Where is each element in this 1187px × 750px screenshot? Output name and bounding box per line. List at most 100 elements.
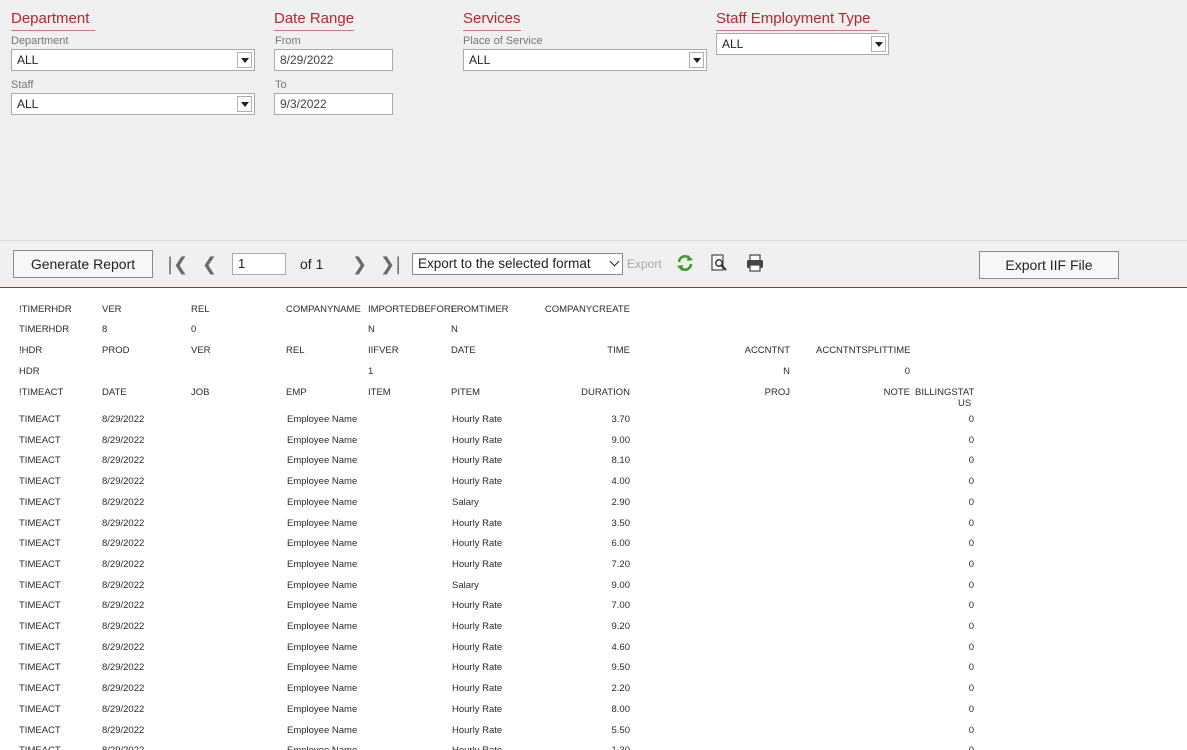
report-cell: Employee Name xyxy=(287,579,358,591)
report-cell: 0 xyxy=(968,600,974,612)
report-cell: IIFVER xyxy=(368,345,399,356)
report-cell: 5.50 xyxy=(611,724,631,736)
report-cell: 1.30 xyxy=(612,745,631,750)
date-range-title-text: Date Range xyxy=(274,10,355,27)
report-cell: 0 xyxy=(968,662,974,674)
table-row: TIMEACT 8/29/2022 Employee Name Hourly Rate… xyxy=(0,410,1187,430)
report-cell: 0 xyxy=(968,683,974,695)
report-cell: Hourly Rate xyxy=(452,434,503,446)
report-cell: ACCNTNT xyxy=(744,345,790,356)
report-cell: Hourly Rate xyxy=(452,600,503,612)
from-date-input[interactable]: 8/29/2022 xyxy=(274,49,393,71)
report-cell: TIMEACT xyxy=(19,476,61,488)
next-page-icon[interactable]: ❯ xyxy=(352,255,367,275)
employment-type-section-title: Staff Employment Type xyxy=(716,10,878,31)
export-link[interactable]: Export xyxy=(627,257,662,271)
print-preview-icon[interactable] xyxy=(709,253,729,273)
report-cell: 0 xyxy=(968,641,974,653)
table-row: TIMEACT 8/29/2022 Employee Name Hourly Rate… xyxy=(0,658,1187,678)
report-cell: Hourly Rate xyxy=(452,414,503,425)
title-underline xyxy=(274,30,354,31)
report-cell: 8/29/2022 xyxy=(102,434,145,446)
report-cell: TIMEACT xyxy=(19,724,61,736)
report-cell: 8/29/2022 xyxy=(102,703,145,715)
report-cell: Hourly Rate xyxy=(452,476,503,488)
page-number-input[interactable]: 1 xyxy=(232,253,286,275)
previous-page-icon[interactable]: ❮ xyxy=(202,255,217,275)
report-cell: DATE xyxy=(451,345,476,356)
refresh-icon[interactable] xyxy=(675,253,695,273)
table-row: TIMEACT 8/29/2022 Employee Name Hourly Rate… xyxy=(0,721,1187,741)
report-cell: TIMEACT xyxy=(19,745,61,750)
report-cell: Employee Name xyxy=(287,621,358,632)
table-row: TIMEACT 8/29/2022 Employee Name Hourly Rate… xyxy=(0,514,1187,534)
table-row: TIMEACT 8/29/2022 Employee Name Hourly Rate… xyxy=(0,741,1187,750)
report-cell: Hourly Rate xyxy=(452,662,503,674)
report-cell: 0 xyxy=(968,455,974,467)
report-cell: 8/29/2022 xyxy=(102,621,145,632)
page-count: of 1 xyxy=(300,256,324,272)
report-cell: Employee Name xyxy=(287,414,358,425)
report-cell: 0 xyxy=(968,579,974,591)
dropdown-arrow-icon[interactable] xyxy=(689,52,704,68)
from-date-value: 8/29/2022 xyxy=(280,53,334,67)
report-cell: ACCNTNTSPLITTIME xyxy=(816,345,911,356)
report-cell: Hourly Rate xyxy=(452,538,503,550)
staff-select[interactable]: ALL xyxy=(11,93,255,115)
title-underline xyxy=(463,30,521,31)
report-cell: Employee Name xyxy=(287,662,358,674)
department-section-title: Department xyxy=(11,10,95,31)
report-cell: 0 xyxy=(904,366,910,377)
report-header-row: !TIMEACT DATE JOB EMP ITEM PITEM DURATION PROJ N… xyxy=(0,383,1187,403)
report-cell: VER xyxy=(102,304,122,315)
report-cell: N xyxy=(451,324,458,335)
report-cell: Hourly Rate xyxy=(452,621,503,632)
employment-title-text: Staff Employment Type xyxy=(716,10,871,27)
report-cell: VER xyxy=(191,345,211,356)
report-cell: TIMEACT xyxy=(19,517,61,529)
export-iif-file-button[interactable]: Export IIF File xyxy=(979,251,1119,279)
report-cell: 2.90 xyxy=(611,496,631,508)
title-underline xyxy=(11,30,95,31)
place-of-service-select[interactable]: ALL xyxy=(463,49,707,71)
table-row: TIMEACT 8/29/2022 Employee Name Hourly Rate… xyxy=(0,472,1187,492)
export-format-select[interactable]: Export to the selected format xyxy=(412,253,623,275)
first-page-icon[interactable]: |❮ xyxy=(167,255,188,275)
date-range-section-title: Date Range xyxy=(274,10,355,31)
report-cell: 0 xyxy=(969,745,974,750)
table-row: TIMEACT 8/29/2022 Employee Name Hourly Rate… xyxy=(0,638,1187,658)
report-cell: 9.00 xyxy=(611,579,631,591)
report-cell: 0 xyxy=(968,724,974,736)
dropdown-arrow-icon[interactable] xyxy=(237,52,252,68)
report-cell: 8/29/2022 xyxy=(102,414,145,425)
report-cell: 8/29/2022 xyxy=(102,745,144,750)
report-cell: Employee Name xyxy=(287,683,358,695)
report-cell: TIMEACT xyxy=(19,414,61,425)
report-cell: Hourly Rate xyxy=(452,641,503,653)
services-title-text: Services xyxy=(463,10,521,27)
table-row: TIMEACT 8/29/2022 Employee Name Hourly Rate… xyxy=(0,431,1187,451)
report-cell: 0 xyxy=(968,496,974,508)
print-icon[interactable] xyxy=(745,253,765,273)
report-cell: Hourly Rate xyxy=(452,724,503,736)
report-cell: TIMEACT xyxy=(19,434,61,446)
to-date-input[interactable]: 9/3/2022 xyxy=(274,93,393,115)
to-label: To xyxy=(275,79,287,91)
department-label: Department xyxy=(11,35,69,47)
table-row: TIMEACT 8/29/2022 Employee Name Salary 2.90 0 xyxy=(0,493,1187,513)
report-cell: 0 xyxy=(968,434,974,446)
generate-report-button[interactable]: Generate Report xyxy=(13,250,153,278)
employment-type-select[interactable]: ALL xyxy=(716,33,889,55)
dropdown-arrow-icon[interactable] xyxy=(237,96,252,112)
report-content: !TIMERHDR VER REL COMPANYNAME IMPORTEDBEFORE… xyxy=(0,288,1187,750)
report-cell: Employee Name xyxy=(287,745,357,750)
report-cell: TIMEACT xyxy=(19,683,61,695)
dropdown-arrow-icon[interactable] xyxy=(871,36,886,52)
last-page-icon[interactable]: ❯| xyxy=(380,255,401,275)
report-cell: BILLINGSTAT xyxy=(915,387,975,398)
report-cell: 6.00 xyxy=(611,538,631,550)
to-date-value: 9/3/2022 xyxy=(280,97,327,111)
report-cell: 0 xyxy=(968,414,974,425)
report-cell: 8/29/2022 xyxy=(102,496,145,508)
department-select[interactable]: ALL xyxy=(11,49,255,71)
